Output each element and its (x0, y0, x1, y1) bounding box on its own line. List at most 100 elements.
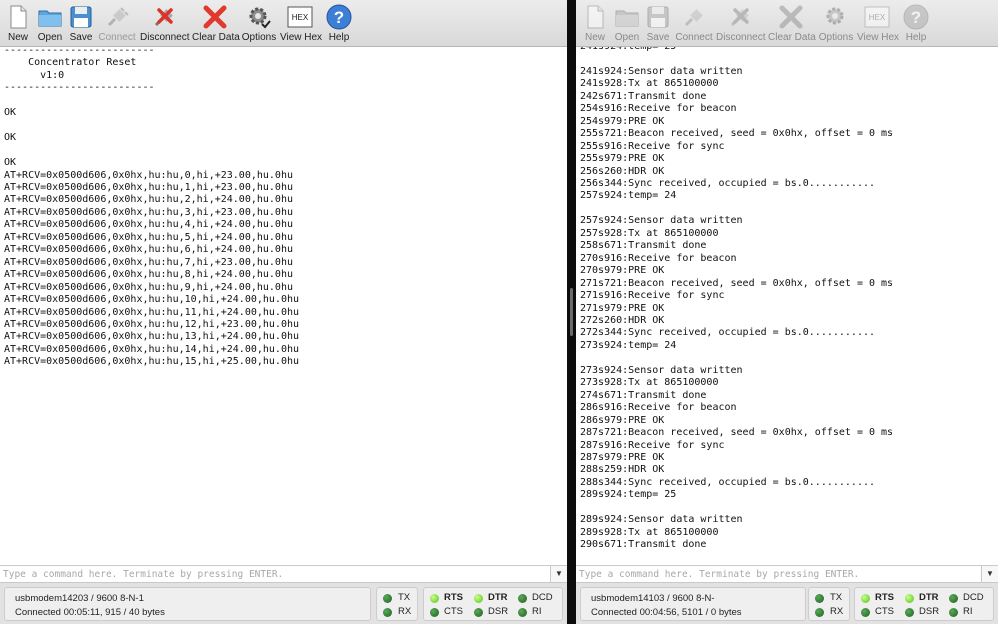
dtr-led-icon[interactable] (905, 594, 914, 603)
red-x-icon (202, 4, 228, 30)
command-input[interactable] (0, 566, 549, 582)
rx-led-icon (815, 608, 824, 617)
terminal-text: ------------------------- Concentrator R… (4, 47, 300, 368)
terminal-text: 241s924:temp= 25 241s924:Sensor data wri… (580, 47, 894, 551)
new-document-icon (5, 4, 31, 30)
ri-led-icon (518, 608, 527, 617)
options-button[interactable]: Options (241, 3, 277, 45)
save-button[interactable]: Save (67, 3, 95, 45)
tx-label: TX (398, 592, 411, 603)
svg-text:HEX: HEX (292, 13, 309, 22)
folder-icon (37, 4, 63, 30)
floppy-disk-icon (645, 4, 671, 30)
dtr-label: DTR (919, 592, 939, 603)
view-hex-button[interactable]: HEX View Hex (857, 3, 899, 45)
dsr-led-icon (474, 608, 483, 617)
open-button[interactable]: Open (612, 3, 642, 45)
dsr-label: DSR (488, 606, 509, 617)
save-button[interactable]: Save (644, 3, 672, 45)
new-button[interactable]: New (580, 3, 610, 45)
rts-led-icon[interactable] (861, 594, 870, 603)
dcd-label: DCD (532, 592, 553, 603)
command-bar: ▼ (0, 565, 567, 583)
ri-label: RI (963, 606, 973, 617)
dcd-led-icon (949, 594, 958, 603)
ri-led-icon (949, 608, 958, 617)
toolbar: New Open Save Connect Disconnect Clear D… (576, 0, 998, 47)
disconnect-button[interactable]: Disconnect (716, 3, 765, 45)
folder-icon (614, 4, 640, 30)
clear-data-button[interactable]: Clear Data (192, 3, 240, 45)
help-icon: ? (903, 4, 929, 30)
command-history-dropdown[interactable]: ▼ (550, 566, 567, 582)
chevron-down-icon: ▼ (986, 569, 994, 578)
status-bar: usbmodem14103 / 9600 8-N- Connected 00:0… (576, 583, 998, 624)
handshake-indicators: RTS CTS DTR DSR DCD RI (423, 587, 563, 621)
status-bar: usbmodem14203 / 9600 8-N-1 Connected 00:… (0, 583, 567, 624)
command-bar: ▼ (576, 565, 998, 583)
cts-label: CTS (444, 606, 463, 617)
rx-label: RX (830, 606, 844, 617)
command-input[interactable] (576, 566, 980, 582)
rts-label: RTS (444, 592, 463, 603)
clear-data-button[interactable]: Clear Data (768, 3, 816, 45)
svg-text:HEX: HEX (869, 13, 886, 22)
plug-icon (104, 4, 130, 30)
rts-led-icon[interactable] (430, 594, 439, 603)
connection-info: usbmodem14103 / 9600 8-N- Connected 00:0… (580, 587, 806, 621)
port-settings: usbmodem14103 / 9600 8-N- (591, 593, 715, 604)
left-serial-window: New Open Save Connect Disconnect Clear D… (0, 0, 567, 624)
disconnect-plug-icon (727, 4, 753, 30)
options-button[interactable]: Options (818, 3, 854, 45)
dsr-led-icon (905, 608, 914, 617)
floppy-disk-icon (68, 4, 94, 30)
cts-led-icon (430, 608, 439, 617)
view-hex-button[interactable]: HEX View Hex (280, 3, 322, 45)
connect-button[interactable]: Connect (97, 3, 137, 45)
divider-handle[interactable] (570, 288, 573, 336)
dcd-led-icon (518, 594, 527, 603)
rts-label: RTS (875, 592, 894, 603)
chevron-down-icon: ▼ (555, 569, 563, 578)
connection-info: usbmodem14203 / 9600 8-N-1 Connected 00:… (4, 587, 371, 621)
help-button[interactable]: ? Help (901, 3, 931, 45)
cts-label: CTS (875, 606, 894, 617)
disconnect-button[interactable]: Disconnect (140, 3, 189, 45)
rx-label: RX (398, 606, 412, 617)
terminal-output[interactable]: ------------------------- Concentrator R… (0, 47, 567, 562)
gear-icon (246, 4, 272, 30)
help-button[interactable]: ? Help (324, 3, 354, 45)
tx-label: TX (830, 592, 843, 603)
svg-text:?: ? (911, 8, 921, 27)
new-document-icon (582, 4, 608, 30)
command-history-dropdown[interactable]: ▼ (981, 566, 998, 582)
tx-rx-indicators: TX RX (808, 587, 850, 621)
cts-led-icon (861, 608, 870, 617)
hex-icon: HEX (287, 4, 313, 30)
tx-led-icon (815, 594, 824, 603)
help-icon: ? (326, 4, 352, 30)
connection-status: Connected 00:05:11, 915 / 40 bytes (15, 607, 165, 618)
ri-label: RI (532, 606, 542, 617)
hex-icon: HEX (864, 4, 890, 30)
port-settings: usbmodem14203 / 9600 8-N-1 (15, 593, 144, 604)
rx-led-icon (383, 608, 392, 617)
pane-divider[interactable] (567, 0, 576, 624)
handshake-indicators: RTS CTS DTR DSR DCD RI (854, 587, 994, 621)
disconnect-plug-icon (151, 4, 177, 30)
svg-text:?: ? (334, 8, 344, 27)
terminal-output[interactable]: 241s924:temp= 25 241s924:Sensor data wri… (576, 47, 998, 562)
right-serial-window: New Open Save Connect Disconnect Clear D… (576, 0, 998, 624)
new-button[interactable]: New (3, 3, 33, 45)
connection-status: Connected 00:04:56, 5101 / 0 bytes (591, 607, 742, 618)
toolbar: New Open Save Connect Disconnect Clear D… (0, 0, 567, 47)
x-icon (778, 4, 804, 30)
gear-icon (823, 4, 849, 30)
open-button[interactable]: Open (35, 3, 65, 45)
connect-button[interactable]: Connect (674, 3, 714, 45)
plug-icon (681, 4, 707, 30)
tx-led-icon (383, 594, 392, 603)
dcd-label: DCD (963, 592, 984, 603)
dtr-label: DTR (488, 592, 508, 603)
dtr-led-icon[interactable] (474, 594, 483, 603)
